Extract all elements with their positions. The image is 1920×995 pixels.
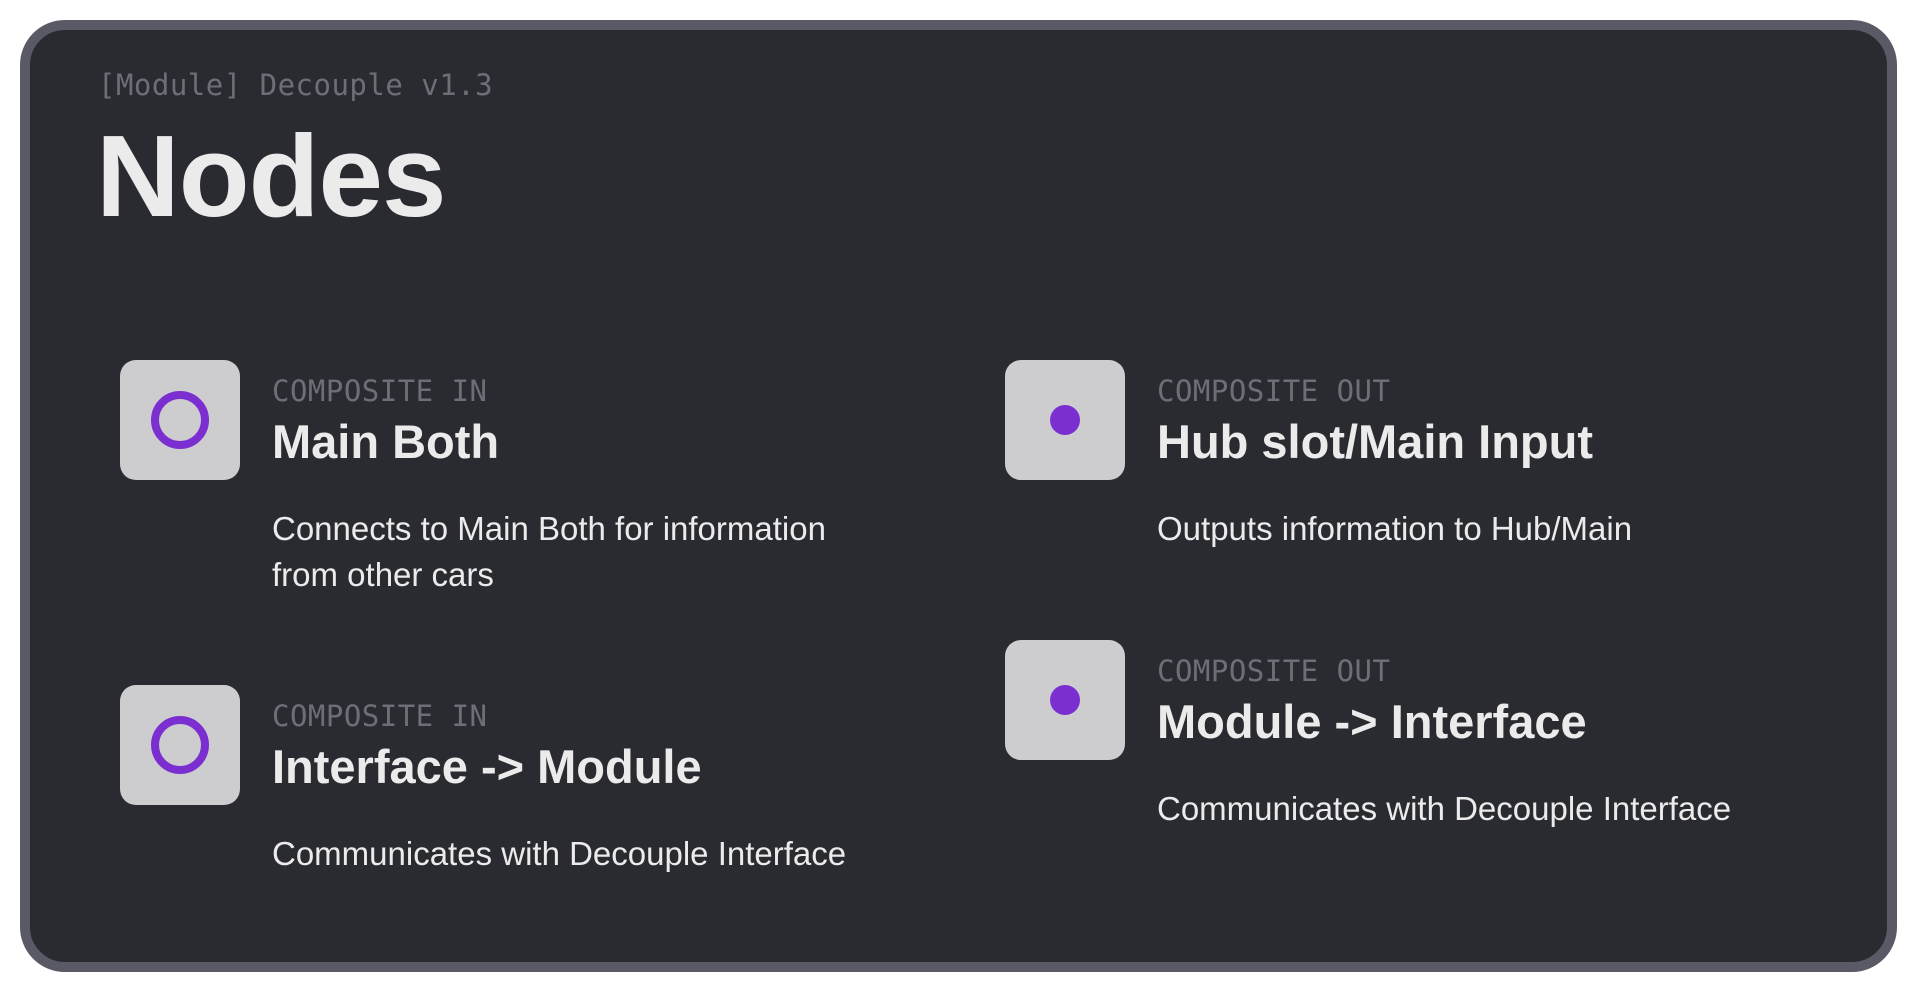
- node-description: Communicates with Decouple Interface: [272, 835, 847, 872]
- node-kind-label: COMPOSITE IN: [272, 374, 488, 408]
- node-icon-tile: [120, 360, 240, 480]
- node-description: Connects to Main Both for information fr…: [272, 510, 826, 593]
- node-name: Module -> Interface: [1157, 695, 1587, 748]
- node-description: Communicates with Decouple Interface: [1157, 790, 1732, 827]
- page-title: Nodes: [96, 111, 447, 241]
- ring-icon: [151, 716, 209, 774]
- node-icon-tile: [120, 685, 240, 805]
- dot-icon: [1050, 685, 1080, 715]
- node-name: Main Both: [272, 415, 500, 468]
- node-icon-tile: [1005, 360, 1125, 480]
- node-name: Hub slot/Main Input: [1157, 415, 1593, 468]
- node-name: Interface -> Module: [272, 740, 702, 793]
- node-kind-label: COMPOSITE IN: [272, 699, 488, 733]
- dot-icon: [1050, 405, 1080, 435]
- node-icon-tile: [1005, 640, 1125, 760]
- node-kind-label: COMPOSITE OUT: [1157, 654, 1391, 688]
- node-kind-label: COMPOSITE OUT: [1157, 374, 1391, 408]
- module-subtitle: [Module] Decouple v1.3: [98, 68, 494, 102]
- node-description: Outputs information to Hub/Main: [1157, 510, 1633, 547]
- ring-icon: [151, 391, 209, 449]
